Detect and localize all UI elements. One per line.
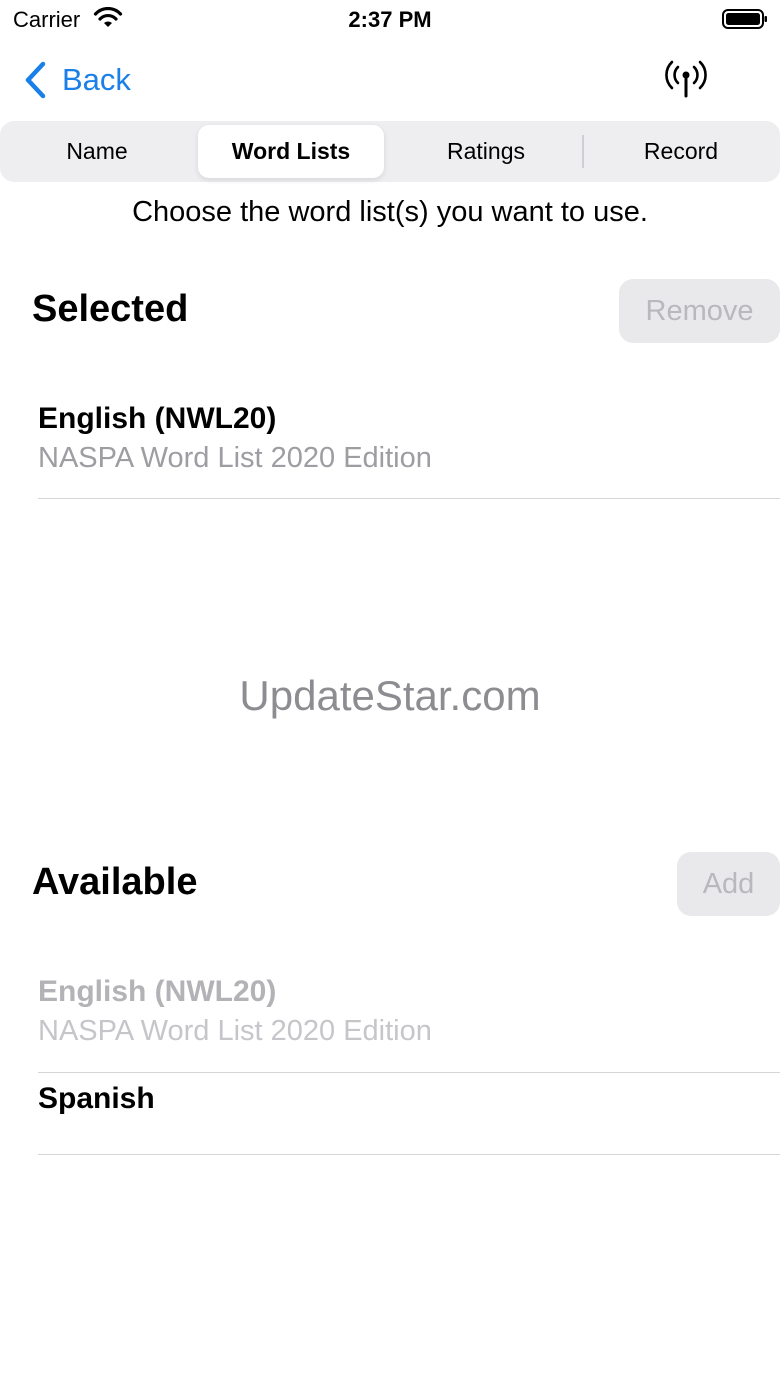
clock: 2:37 PM <box>348 7 432 32</box>
back-label: Back <box>62 62 131 97</box>
list-item-name: English (NWL20) <box>38 975 277 1008</box>
back-button[interactable]: Back <box>22 58 131 102</box>
battery-icon <box>722 9 767 29</box>
tab-name[interactable]: Name <box>4 125 190 178</box>
list-item[interactable]: Spanish <box>38 1082 780 1116</box>
word-lists-screen: Carrier 2:37 PM Back Name Word Lists Rat… <box>0 0 780 1387</box>
list-item: English (NWL20) NASPA Word List 2020 Edi… <box>38 975 780 1048</box>
chevron-left-icon <box>25 61 46 99</box>
list-item-name: Spanish <box>38 1082 155 1115</box>
tab-word-lists[interactable]: Word Lists <box>198 125 384 178</box>
list-item-description: NASPA Word List 2020 Edition <box>38 1015 432 1047</box>
tab-ratings[interactable]: Ratings <box>392 125 580 178</box>
selected-section-title: Selected <box>32 288 189 330</box>
remove-button[interactable]: Remove <box>619 279 780 343</box>
row-divider <box>38 1154 780 1155</box>
list-item[interactable]: English (NWL20) NASPA Word List 2020 Edi… <box>38 402 780 475</box>
segment-divider <box>582 135 584 168</box>
status-bar: Carrier 2:37 PM <box>0 0 780 40</box>
list-item-name: English (NWL20) <box>38 402 277 435</box>
row-divider <box>38 1072 780 1073</box>
available-section-title: Available <box>32 861 198 903</box>
instruction-text: Choose the word list(s) you want to use. <box>132 196 648 228</box>
add-button[interactable]: Add <box>677 852 780 916</box>
antenna-broadcast-icon[interactable] <box>662 58 710 102</box>
watermark: UpdateStar.com <box>239 672 541 719</box>
list-item-description: NASPA Word List 2020 Edition <box>38 442 432 474</box>
segmented-control: Name Word Lists Ratings Record <box>0 121 780 182</box>
tab-record[interactable]: Record <box>586 125 776 178</box>
row-divider <box>38 498 780 499</box>
